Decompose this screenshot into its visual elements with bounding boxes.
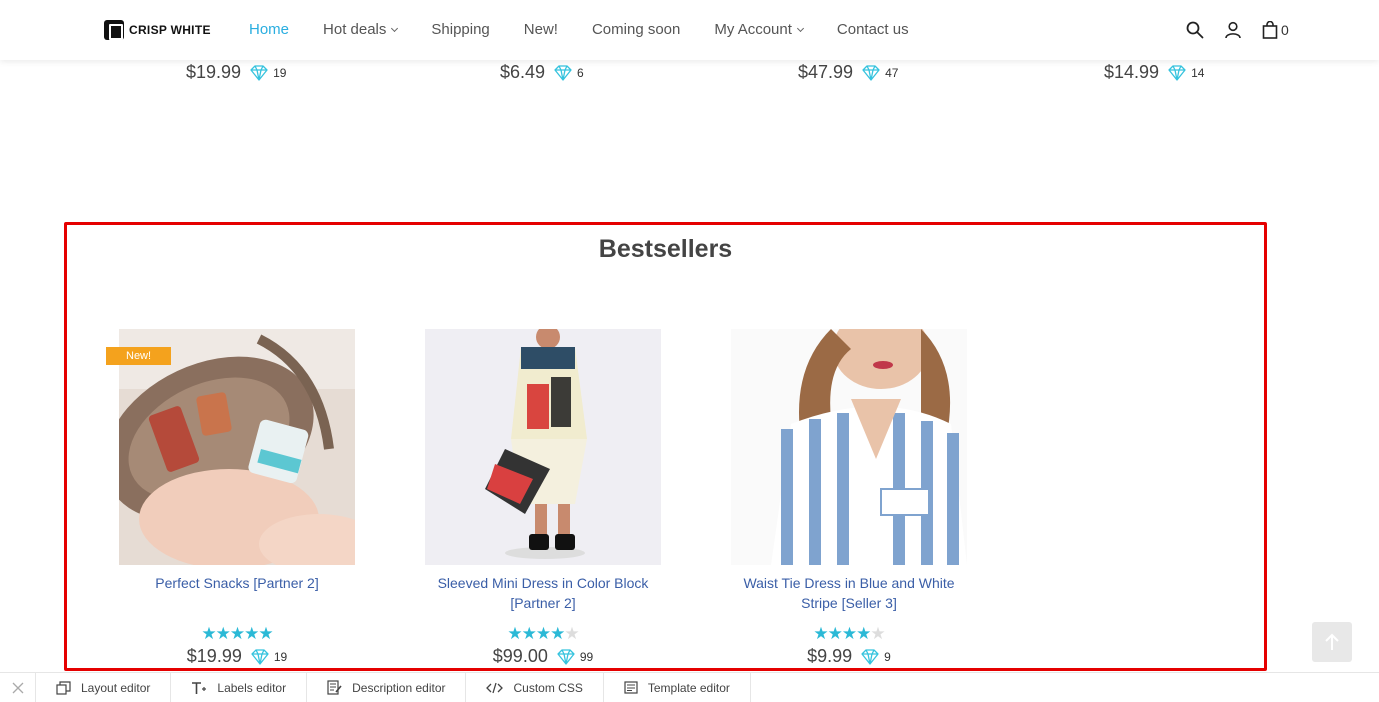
- diamond-icon: [554, 64, 572, 81]
- close-toolbar-button[interactable]: [0, 672, 36, 702]
- nav-label: Hot deals: [323, 21, 387, 38]
- chevron-down-icon: [391, 24, 399, 32]
- diamond-icon: [250, 64, 268, 81]
- star-empty-icon: ★: [564, 624, 579, 643]
- product-price: $47.99: [798, 62, 854, 82]
- template-icon: [624, 681, 638, 694]
- toolbar-label: Description editor: [352, 680, 446, 695]
- diamond-icon: [862, 64, 880, 81]
- star-icon: ★★★★: [507, 624, 565, 643]
- product-price: $6.49: [500, 62, 546, 82]
- custom-css-button[interactable]: Custom CSS: [466, 672, 604, 702]
- cart-button[interactable]: 0: [1262, 21, 1289, 39]
- toolbar-label: Template editor: [647, 680, 730, 695]
- logo-text: CRISP WHITE: [129, 23, 211, 37]
- diamond-icon: [251, 648, 269, 665]
- rating-stars: ★★★★★: [731, 624, 967, 644]
- product-card: Perfect Snacks [Partner 2] ★★★★★ $19.99 …: [119, 329, 355, 667]
- product-card: Sleeved Mini Dress in Color Block [Partn…: [425, 329, 661, 667]
- labels-editor-button[interactable]: Labels editor: [171, 672, 308, 702]
- price-row: $6.49 6: [500, 62, 584, 83]
- description-icon: [327, 680, 342, 695]
- description-editor-button[interactable]: Description editor: [307, 672, 467, 702]
- gem-count: 99: [579, 649, 594, 664]
- bestsellers-section: Bestsellers New! Perfect Snacks [Partner…: [64, 222, 1267, 671]
- diamond-icon: [1168, 64, 1186, 81]
- rating-stars: ★★★★★: [425, 624, 661, 644]
- section-title: Bestsellers: [598, 235, 733, 263]
- nav-label: My Account: [714, 21, 792, 38]
- gem-count: 19: [273, 65, 287, 80]
- product-price: $14.99: [1104, 62, 1160, 82]
- gem-count: 47: [885, 65, 899, 80]
- nav-my-account[interactable]: My Account: [714, 21, 804, 38]
- nav-label: New!: [523, 21, 558, 38]
- text-icon: [192, 681, 207, 694]
- product-price: $99.00: [492, 646, 548, 666]
- nav-contact-us[interactable]: Contact us: [837, 21, 909, 38]
- gem-count: 9: [884, 649, 891, 664]
- site-header: CRISP WHITE Home Hot deals Shipping New!…: [0, 0, 1379, 60]
- gem-count: 6: [577, 65, 584, 80]
- previous-products-prices: $19.99 19 $6.49 6 $47.99 47 $14.99 14: [0, 62, 1379, 84]
- logo-icon: [104, 20, 124, 40]
- nav-label: Contact us: [836, 21, 909, 38]
- star-icon: ★★★★: [813, 624, 871, 643]
- product-card: Waist Tie Dress in Blue and White Stripe…: [731, 329, 967, 667]
- code-icon: [486, 682, 504, 693]
- product-price: $9.99: [807, 646, 853, 666]
- product-name-link[interactable]: Sleeved Mini Dress in Color Block [Partn…: [425, 573, 661, 621]
- rating-stars: ★★★★★: [119, 624, 355, 644]
- star-empty-icon: ★: [870, 624, 885, 643]
- star-icon: ★★★★★: [201, 624, 273, 643]
- gem-count: 14: [1191, 65, 1205, 80]
- product-image[interactable]: [425, 329, 661, 565]
- template-editor-button[interactable]: Template editor: [604, 672, 751, 702]
- toolbar-label: Custom CSS: [513, 680, 583, 695]
- toolbar-label: Labels editor: [217, 680, 287, 695]
- diamond-icon: [557, 648, 575, 665]
- header-icons: 0: [1186, 21, 1289, 39]
- close-icon: [12, 682, 23, 693]
- price-row: $19.99 19: [119, 646, 355, 667]
- arrow-up-icon: [1325, 633, 1339, 650]
- product-image[interactable]: [731, 329, 967, 565]
- back-to-top-button[interactable]: [1312, 622, 1352, 662]
- nav-shipping[interactable]: Shipping: [431, 21, 489, 38]
- chevron-down-icon: [796, 24, 804, 32]
- new-badge: New!: [106, 347, 172, 365]
- product-price: $19.99: [186, 646, 242, 666]
- nav-label: Coming soon: [591, 21, 681, 38]
- cart-count: 0: [1281, 22, 1289, 38]
- layout-icon: [56, 680, 71, 695]
- price-row: $99.00 99: [425, 646, 661, 667]
- nav-new[interactable]: New!: [524, 21, 558, 38]
- price-row: $9.99 9: [731, 646, 967, 667]
- nav-coming-soon[interactable]: Coming soon: [592, 21, 680, 38]
- main-nav: Home Hot deals Shipping New! Coming soon…: [249, 21, 909, 38]
- nav-home[interactable]: Home: [249, 21, 289, 38]
- gem-count: 19: [273, 649, 288, 664]
- price-row: $19.99 19: [186, 62, 286, 83]
- nav-label: Home: [249, 21, 290, 38]
- product-name-link[interactable]: Perfect Snacks [Partner 2]: [119, 573, 355, 621]
- toolbar-label: Layout editor: [81, 680, 151, 695]
- search-icon[interactable]: [1186, 21, 1204, 39]
- cart-icon: [1262, 21, 1278, 39]
- diamond-icon: [861, 648, 879, 665]
- logo[interactable]: CRISP WHITE: [104, 20, 211, 40]
- layout-editor-button[interactable]: Layout editor: [36, 672, 172, 702]
- user-icon[interactable]: [1224, 21, 1242, 39]
- nav-hot-deals[interactable]: Hot deals: [323, 21, 399, 38]
- product-name-link[interactable]: Waist Tie Dress in Blue and White Stripe…: [731, 573, 967, 621]
- editor-toolbar: Layout editor Labels editor Description …: [0, 672, 1379, 702]
- price-row: $14.99 14: [1104, 62, 1204, 83]
- price-row: $47.99 47: [798, 62, 898, 83]
- nav-label: Shipping: [431, 21, 490, 38]
- product-price: $19.99: [186, 62, 242, 82]
